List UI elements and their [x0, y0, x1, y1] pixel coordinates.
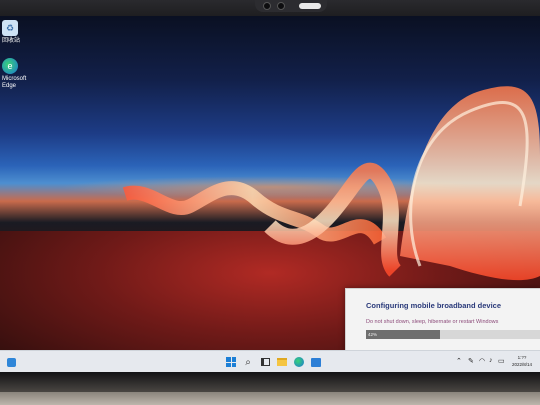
- store-button[interactable]: [309, 355, 323, 369]
- start-button[interactable]: [224, 355, 238, 369]
- ir-sensor: [263, 2, 271, 10]
- notification-message: Do not shut down, sleep, hibernate or re…: [366, 319, 499, 325]
- desktop-screen: ♻ 回收站 e Microsoft Edge Configuring mobil…: [0, 16, 540, 372]
- edge-button[interactable]: [292, 355, 306, 369]
- progress-label: 42%: [368, 332, 378, 337]
- light-trail-large: [400, 86, 540, 281]
- progress-fill: [366, 330, 440, 339]
- edge-icon: e: [2, 58, 18, 74]
- privacy-shutter: [299, 3, 321, 9]
- pen-icon[interactable]: ✎: [468, 357, 474, 365]
- recycle-bin-icon: ♻: [2, 20, 18, 36]
- clock-time: 1:??: [517, 355, 527, 360]
- wifi-icon[interactable]: ◠: [479, 357, 485, 365]
- search-icon: ⌕: [245, 356, 251, 368]
- battery-icon[interactable]: ▭: [498, 357, 505, 365]
- chevron-up-icon[interactable]: ⌃: [456, 357, 462, 365]
- progress-bar: 42%: [366, 330, 540, 339]
- widgets-icon: [6, 357, 16, 367]
- widgets-button[interactable]: [4, 355, 18, 369]
- file-explorer-icon: [277, 358, 287, 366]
- edge-icon: [294, 357, 304, 367]
- desktop-icon-label: Microsoft Edge: [2, 76, 27, 89]
- camera-lens: [277, 2, 285, 10]
- webcam-housing: [255, 0, 327, 12]
- volume-icon[interactable]: ♪: [489, 357, 493, 364]
- start-icon: [226, 357, 236, 367]
- store-icon: [311, 357, 321, 367]
- laptop-lower-edge: [0, 392, 540, 405]
- notification-title: Configuring mobile broadband device: [366, 301, 502, 310]
- desktop-icon-recycle-bin[interactable]: ♻ 回收站: [2, 20, 38, 45]
- desktop-icon-edge[interactable]: e Microsoft Edge: [2, 58, 38, 90]
- task-view-button[interactable]: [258, 355, 272, 369]
- task-view-icon: [260, 358, 270, 366]
- system-clock[interactable]: 1:?? 2022/8/14: [506, 354, 538, 368]
- search-button[interactable]: ⌕: [241, 355, 255, 369]
- notification-toast[interactable]: Configuring mobile broadband device Do n…: [345, 288, 540, 354]
- taskbar: ⌕ ⌃ ✎ ◠ ♪ ▭ 1:?? 2022/8/14: [0, 350, 540, 372]
- desktop-icon-label: 回收站: [2, 38, 21, 44]
- file-explorer-button[interactable]: [275, 355, 289, 369]
- clock-date: 2022/8/14: [511, 362, 533, 367]
